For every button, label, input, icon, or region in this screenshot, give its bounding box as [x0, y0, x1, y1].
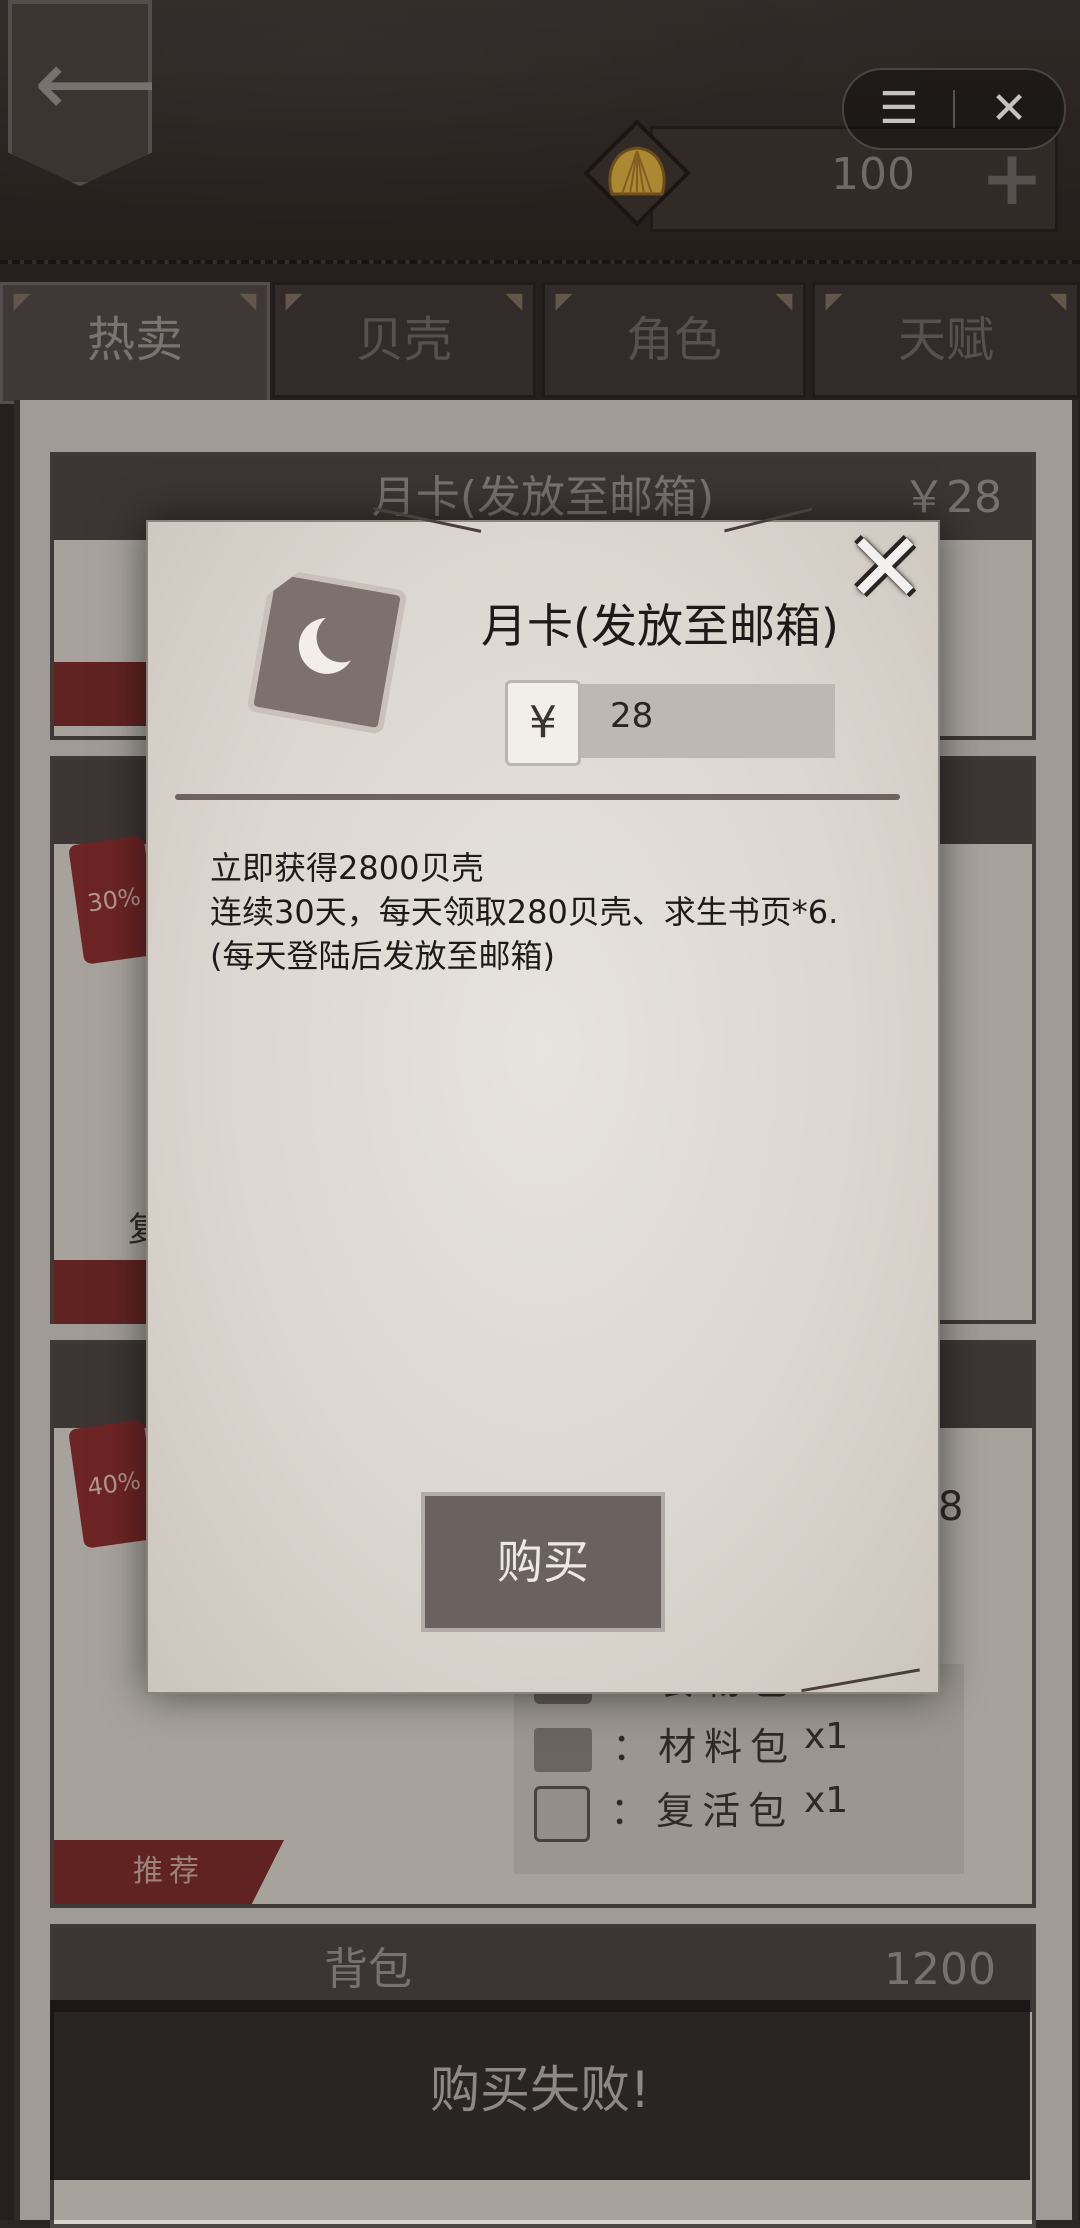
description-line: 连续30天，每天领取280贝壳、求生书页*6. — [210, 893, 839, 931]
dialog-divider — [175, 794, 900, 800]
paper-crack — [796, 1638, 920, 1693]
buy-button[interactable]: 购买 — [421, 1492, 665, 1632]
dialog-price: 28 — [610, 696, 654, 736]
description-line: 立即获得2800贝壳 — [210, 849, 484, 887]
dialog-description: 立即获得2800贝壳 连续30天，每天领取280贝壳、求生书页*6. (每天登陆… — [210, 846, 890, 978]
yen-icon: ¥ — [505, 680, 581, 766]
description-line: (每天登陆后发放至邮箱) — [210, 937, 555, 975]
dialog-title: 月卡(发放至邮箱) — [481, 599, 839, 653]
